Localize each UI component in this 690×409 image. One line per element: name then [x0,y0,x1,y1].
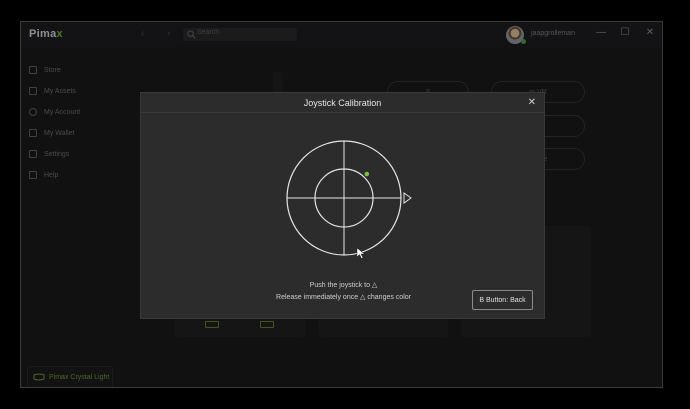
joystick-position-dot [364,171,370,177]
joystick-calibration-dialog: Joystick Calibration ✕ Push the joystick… [140,92,545,319]
dialog-header: Joystick Calibration ✕ [141,93,544,113]
close-icon[interactable]: ✕ [528,97,536,108]
mouse-cursor-icon [356,247,366,259]
instruction-line-1: Push the joystick to △ [309,282,378,289]
dialog-title: Joystick Calibration [303,98,382,108]
b-button-back[interactable]: B Button: Back [472,290,533,310]
app-window: Pimax ‹ › Search jaapgrolleman — ☐ ✕ Sto… [20,21,663,388]
joystick-diagram [286,140,412,259]
target-triangle-icon [403,192,412,204]
back-button-label: B Button: Back [479,296,526,304]
